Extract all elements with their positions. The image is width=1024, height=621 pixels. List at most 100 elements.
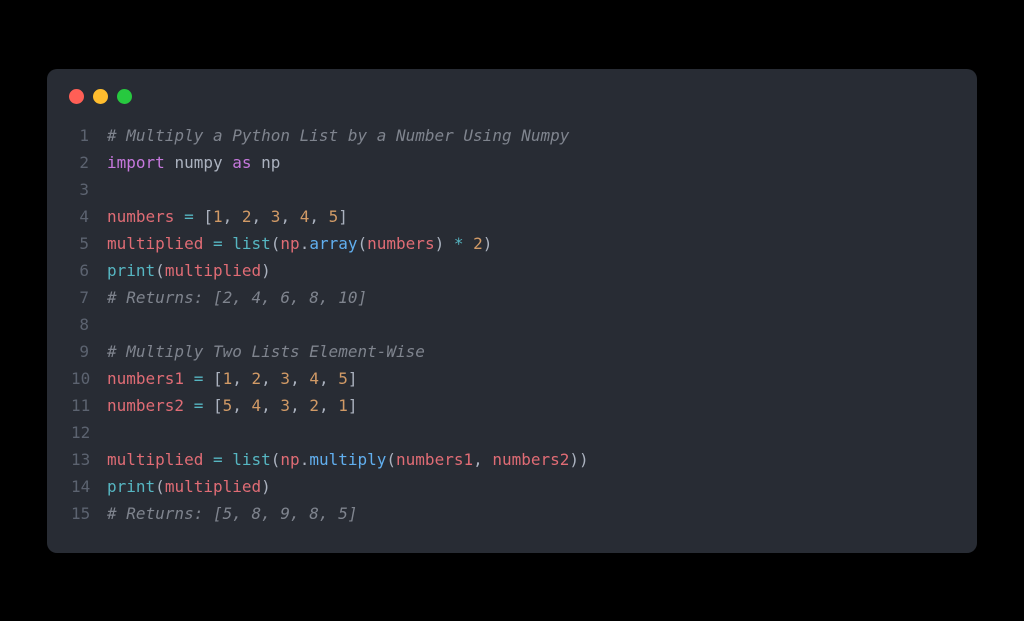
- token-num: 3: [280, 369, 290, 388]
- code-content: # Multiply a Python List by a Number Usi…: [107, 122, 569, 149]
- token-comment: # Multiply Two Lists Element-Wise: [107, 342, 425, 361]
- token-builtin: list: [232, 450, 271, 469]
- token-punct: ]: [348, 369, 358, 388]
- line-number: 13: [71, 446, 107, 473]
- token-dot-op: .: [300, 234, 310, 253]
- token-op: =: [184, 207, 194, 226]
- line-number: 11: [71, 392, 107, 419]
- code-content: numbers1 = [1, 2, 3, 4, 5]: [107, 365, 358, 392]
- code-line: 9# Multiply Two Lists Element-Wise: [71, 338, 953, 365]
- token-var: multiplied: [165, 477, 261, 496]
- token-num: 3: [271, 207, 281, 226]
- token-punct: [184, 369, 194, 388]
- token-func: multiply: [309, 450, 386, 469]
- token-punct: [252, 153, 262, 172]
- token-builtin: print: [107, 477, 155, 496]
- token-num: 2: [309, 396, 319, 415]
- line-number: 15: [71, 500, 107, 527]
- token-num: 2: [473, 234, 483, 253]
- token-num: 3: [280, 396, 290, 415]
- token-num: 2: [252, 369, 262, 388]
- line-number: 9: [71, 338, 107, 365]
- token-punct: [: [194, 207, 213, 226]
- token-op: =: [213, 450, 223, 469]
- token-punct: [: [203, 396, 222, 415]
- token-punct: ,: [280, 207, 299, 226]
- window-titlebar: [47, 89, 977, 122]
- token-dot-op: .: [300, 450, 310, 469]
- token-punct: ]: [348, 396, 358, 415]
- token-comment: # Multiply a Python List by a Number Usi…: [107, 126, 569, 145]
- token-punct: (: [358, 234, 368, 253]
- code-line: 13multiplied = list(np.multiply(numbers1…: [71, 446, 953, 473]
- token-punct: ): [483, 234, 493, 253]
- line-number: 2: [71, 149, 107, 176]
- code-content: [107, 419, 117, 446]
- code-content: print(multiplied): [107, 257, 271, 284]
- maximize-icon[interactable]: [117, 89, 132, 104]
- code-content: # Returns: [2, 4, 6, 8, 10]: [107, 284, 367, 311]
- code-content: # Returns: [5, 8, 9, 8, 5]: [107, 500, 357, 527]
- token-punct: [174, 207, 184, 226]
- token-punct: ,: [261, 396, 280, 415]
- token-var: np: [280, 234, 299, 253]
- token-punct: ,: [290, 396, 309, 415]
- token-op: =: [213, 234, 223, 253]
- token-num: 2: [242, 207, 252, 226]
- line-number: 14: [71, 473, 107, 500]
- code-line: 1# Multiply a Python List by a Number Us…: [71, 122, 953, 149]
- token-op: =: [194, 396, 204, 415]
- line-number: 8: [71, 311, 107, 338]
- token-num: 5: [338, 369, 348, 388]
- token-var: numbers1: [396, 450, 473, 469]
- code-line: 3: [71, 176, 953, 203]
- code-content: numbers2 = [5, 4, 3, 2, 1]: [107, 392, 358, 419]
- token-var: multiplied: [165, 261, 261, 280]
- token-var: np: [280, 450, 299, 469]
- token-num: 4: [300, 207, 310, 226]
- code-line: 8: [71, 311, 953, 338]
- token-punct: [165, 153, 175, 172]
- token-punct: [: [203, 369, 222, 388]
- token-builtin: print: [107, 261, 155, 280]
- token-punct: )): [569, 450, 588, 469]
- token-var: numbers1: [107, 369, 184, 388]
- token-var: numbers2: [107, 396, 184, 415]
- code-line: 11numbers2 = [5, 4, 3, 2, 1]: [71, 392, 953, 419]
- token-punct: [223, 450, 233, 469]
- code-line: 12: [71, 419, 953, 446]
- line-number: 3: [71, 176, 107, 203]
- code-window: 1 # Multiply a Python List by a Number Us…: [47, 69, 977, 553]
- token-punct: [203, 450, 213, 469]
- code-content: # Multiply Two Lists Element-Wise: [107, 338, 425, 365]
- token-punct: [203, 234, 213, 253]
- line-number: 7: [71, 284, 107, 311]
- token-punct: (: [155, 261, 165, 280]
- token-punct: ,: [290, 369, 309, 388]
- close-icon[interactable]: [69, 89, 84, 104]
- token-var: multiplied: [107, 234, 203, 253]
- minimize-icon[interactable]: [93, 89, 108, 104]
- code-content: [107, 311, 117, 338]
- token-punct: ): [261, 261, 271, 280]
- line-number: 6: [71, 257, 107, 284]
- token-builtin: list: [232, 234, 271, 253]
- line-number: 5: [71, 230, 107, 257]
- token-module: np: [261, 153, 280, 172]
- token-punct: ,: [473, 450, 492, 469]
- token-func: array: [309, 234, 357, 253]
- token-op: =: [194, 369, 204, 388]
- code-line: 5multiplied = list(np.array(numbers) * 2…: [71, 230, 953, 257]
- token-keyword: import: [107, 153, 165, 172]
- code-line: 14print(multiplied): [71, 473, 953, 500]
- token-punct: ,: [319, 369, 338, 388]
- token-num: 4: [309, 369, 319, 388]
- line-number: 12: [71, 419, 107, 446]
- token-num: 5: [329, 207, 339, 226]
- token-punct: ,: [252, 207, 271, 226]
- line-number: 4: [71, 203, 107, 230]
- token-punct: ,: [309, 207, 328, 226]
- token-punct: ,: [319, 396, 338, 415]
- token-punct: ,: [261, 369, 280, 388]
- token-num: 1: [338, 396, 348, 415]
